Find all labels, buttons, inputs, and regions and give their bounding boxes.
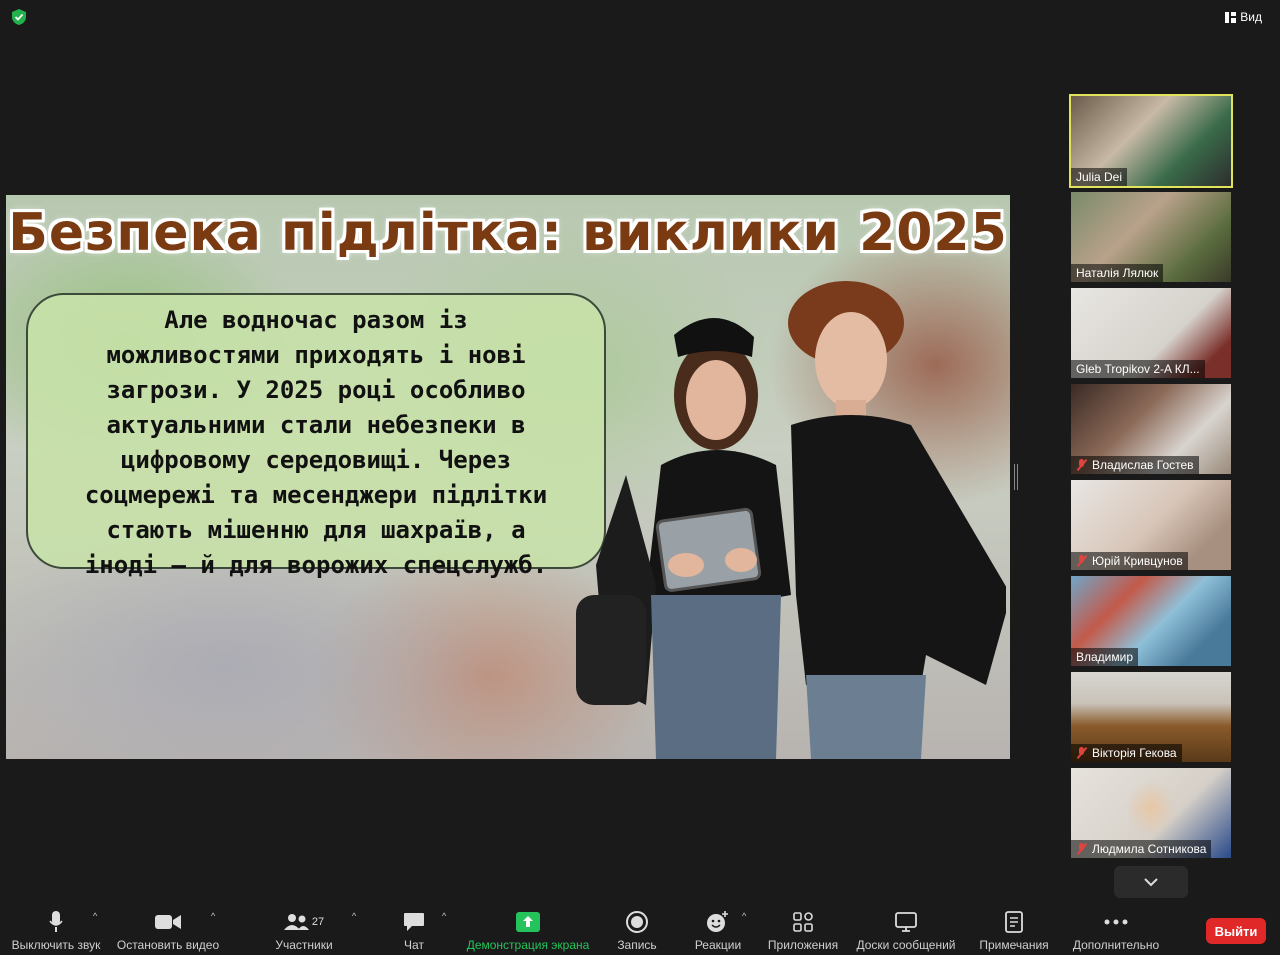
share-screen-icon	[516, 912, 540, 932]
participant-tile[interactable]: Julia Dei	[1069, 94, 1233, 188]
participant-tile[interactable]: Наталія Лялюк	[1071, 192, 1231, 282]
notes-button[interactable]: Примечания	[976, 909, 1052, 952]
slide-line: можливостями приходять і нові	[106, 341, 526, 369]
chat-bubble-icon	[404, 913, 424, 931]
reactions-button[interactable]: Реакции	[692, 909, 744, 952]
participant-tile[interactable]: Юрій Кривцунов	[1071, 480, 1231, 570]
view-grid-icon	[1225, 11, 1237, 23]
slide-line: актуальними стали небезпеки в	[106, 411, 526, 439]
panel-resize-handle[interactable]	[1014, 464, 1018, 490]
participant-tile[interactable]: Gleb Tropikov 2-A КЛ...	[1071, 288, 1231, 378]
record-button[interactable]: Запись	[612, 909, 662, 952]
reactions-options-caret-icon[interactable]: ^	[742, 911, 746, 921]
audio-options-caret-icon[interactable]: ^	[93, 911, 97, 921]
muted-mic-icon	[1076, 555, 1088, 567]
slide-line: цифровому середовищі. Через	[120, 446, 512, 474]
leave-meeting-button[interactable]: Выйти	[1206, 918, 1266, 944]
participant-gallery: Julia Dei Наталія Лялюк Gleb Tropikov 2-…	[1069, 94, 1233, 864]
chat-options-caret-icon[interactable]: ^	[442, 911, 446, 921]
security-shield-icon[interactable]	[10, 8, 28, 26]
meeting-toolbar: Выключить звук ^ Остановить видео ^ 27 У…	[0, 905, 1280, 955]
participant-name: Владислав Гостев	[1071, 456, 1199, 474]
participant-tile[interactable]: Вікторія Гекова	[1071, 672, 1231, 762]
more-button[interactable]: Дополнительно	[1068, 909, 1164, 952]
participant-tile[interactable]: Владимир	[1071, 576, 1231, 666]
apps-icon	[793, 912, 813, 932]
participant-name-text: Владислав Гостев	[1092, 458, 1194, 472]
teenagers-illustration	[576, 281, 1006, 759]
slide-line: стають мішенню для шахраїв, а	[106, 516, 526, 544]
participants-count: 27	[311, 916, 325, 928]
participant-tile[interactable]: Владислав Гостев	[1071, 384, 1231, 474]
slide-text-box: Але водночас разом із можливостями прихо…	[26, 293, 606, 579]
slide-title: Безпека підлітка: виклики 2025	[8, 203, 1008, 263]
video-camera-icon	[155, 915, 181, 929]
gallery-scroll-down-button[interactable]	[1114, 866, 1188, 898]
share-screen-button[interactable]: Демонстрация экрана	[464, 909, 592, 952]
shared-screen-slide: Безпека підлітка: виклики 2025 Але водно…	[6, 195, 1010, 759]
participant-name: Владимир	[1071, 648, 1139, 666]
participant-name: Людмила Сотникова	[1071, 840, 1212, 858]
slide-line: соцмережі та месенджери підлітки	[84, 481, 548, 509]
apps-button[interactable]: Приложения	[764, 909, 842, 952]
more-dots-icon	[1104, 919, 1128, 925]
participant-name-text: Вікторія Гекова	[1092, 746, 1177, 760]
view-label: Вид	[1240, 10, 1262, 24]
record-icon	[626, 911, 648, 933]
slide-line: іноді – й для ворожих спецслужб.	[84, 551, 548, 579]
participant-name: Вікторія Гекова	[1071, 744, 1182, 762]
participants-icon	[283, 914, 309, 930]
muted-mic-icon	[1076, 459, 1088, 471]
participant-name: Gleb Tropikov 2-A КЛ...	[1071, 360, 1205, 378]
participant-name: Наталія Лялюк	[1071, 264, 1164, 282]
slide-line: загрози. У 2025 році особливо	[106, 376, 526, 404]
slide-line: Але водночас разом із	[164, 306, 468, 334]
stop-video-button[interactable]: Остановить видео	[116, 909, 220, 952]
participant-tile[interactable]: Людмила Сотникова	[1071, 768, 1231, 858]
participant-name-text: Людмила Сотникова	[1092, 842, 1207, 856]
smiley-reaction-icon	[707, 911, 728, 932]
whiteboard-icon	[895, 912, 917, 932]
view-button[interactable]: Вид	[1219, 6, 1268, 28]
mute-button[interactable]: Выключить звук	[8, 909, 104, 952]
muted-mic-icon	[1076, 843, 1088, 855]
participant-name: Юрій Кривцунов	[1071, 552, 1188, 570]
participants-options-caret-icon[interactable]: ^	[352, 911, 356, 921]
microphone-icon	[49, 911, 63, 932]
notes-icon	[1005, 911, 1023, 933]
participant-name: Julia Dei	[1071, 168, 1128, 186]
muted-mic-icon	[1076, 747, 1088, 759]
whiteboards-button[interactable]: Доски сообщений	[852, 909, 960, 952]
video-options-caret-icon[interactable]: ^	[211, 911, 215, 921]
chat-button[interactable]: Чат	[396, 909, 432, 952]
participants-button[interactable]: 27 Участники	[272, 909, 336, 952]
participant-name-text: Юрій Кривцунов	[1092, 554, 1183, 568]
chevron-down-icon	[1144, 878, 1158, 887]
